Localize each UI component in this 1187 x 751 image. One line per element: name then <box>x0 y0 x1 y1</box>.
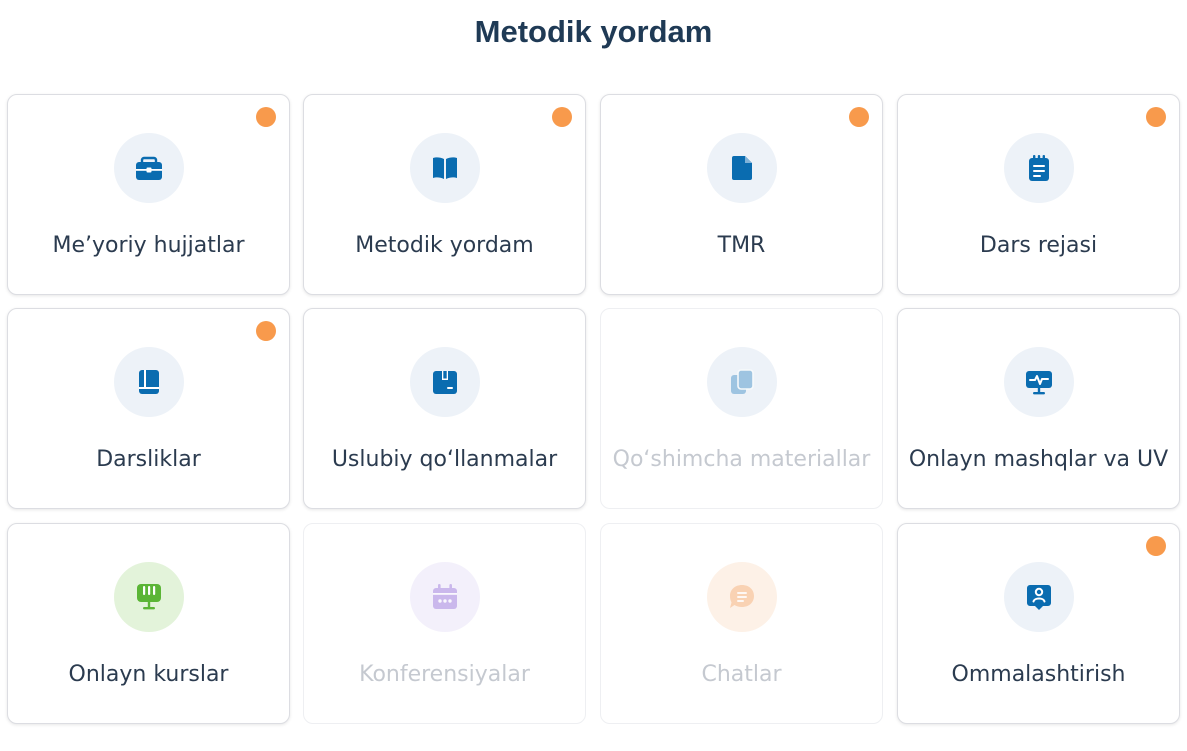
open-book-icon <box>410 133 480 203</box>
notification-dot <box>1146 536 1166 556</box>
box-icon <box>410 347 480 417</box>
notification-dot <box>1146 107 1166 127</box>
card-dars-rejasi[interactable]: Dars rejasi <box>897 94 1180 295</box>
card-darsliklar[interactable]: Darsliklar <box>7 308 290 509</box>
monitor-pulse-icon <box>1004 347 1074 417</box>
menu-grid: Me’yoriy hujjatlar Metodik yordam TMR Da… <box>7 94 1181 724</box>
card-label: Onlayn kurslar <box>68 662 229 687</box>
card-ommalashtirish[interactable]: Ommalashtirish <box>897 523 1180 724</box>
card-tmr[interactable]: TMR <box>600 94 883 295</box>
presenter-board-icon <box>114 562 184 632</box>
notification-dot <box>256 107 276 127</box>
card-label: Qo‘shimcha materiallar <box>612 447 871 472</box>
card-meyoriy-hujjatlar[interactable]: Me’yoriy hujjatlar <box>7 94 290 295</box>
user-badge-icon <box>1004 562 1074 632</box>
card-label: Chatlar <box>701 662 782 687</box>
briefcase-icon <box>114 133 184 203</box>
card-onlayn-kurslar[interactable]: Onlayn kurslar <box>7 523 290 724</box>
notification-dot <box>552 107 572 127</box>
card-label: Darsliklar <box>96 447 201 472</box>
card-label: Konferensiyalar <box>359 662 530 687</box>
card-chatlar[interactable]: Chatlar <box>600 523 883 724</box>
notification-dot <box>256 321 276 341</box>
card-label: Uslubiy qo‘llanmalar <box>331 447 558 472</box>
card-konferensiyalar[interactable]: Konferensiyalar <box>303 523 586 724</box>
card-label: Me’yoriy hujjatlar <box>52 233 245 258</box>
chat-icon <box>707 562 777 632</box>
page-title: Metodik yordam <box>474 14 713 49</box>
copy-icon <box>707 347 777 417</box>
card-metodik-yordam[interactable]: Metodik yordam <box>303 94 586 295</box>
notification-dot <box>849 107 869 127</box>
card-label: Onlayn mashqlar va UV <box>908 447 1169 472</box>
card-label: Dars rejasi <box>979 233 1098 258</box>
document-icon <box>707 133 777 203</box>
card-label: TMR <box>717 233 766 258</box>
card-label: Ommalashtirish <box>951 662 1126 687</box>
card-label: Metodik yordam <box>355 233 534 258</box>
card-onlayn-mashqlar[interactable]: Onlayn mashqlar va UV <box>897 308 1180 509</box>
calendar-icon <box>410 562 480 632</box>
book-icon <box>114 347 184 417</box>
notepad-icon <box>1004 133 1074 203</box>
card-uslubiy-qollanmalar[interactable]: Uslubiy qo‘llanmalar <box>303 308 586 509</box>
card-qoshimcha-materiallar[interactable]: Qo‘shimcha materiallar <box>600 308 883 509</box>
